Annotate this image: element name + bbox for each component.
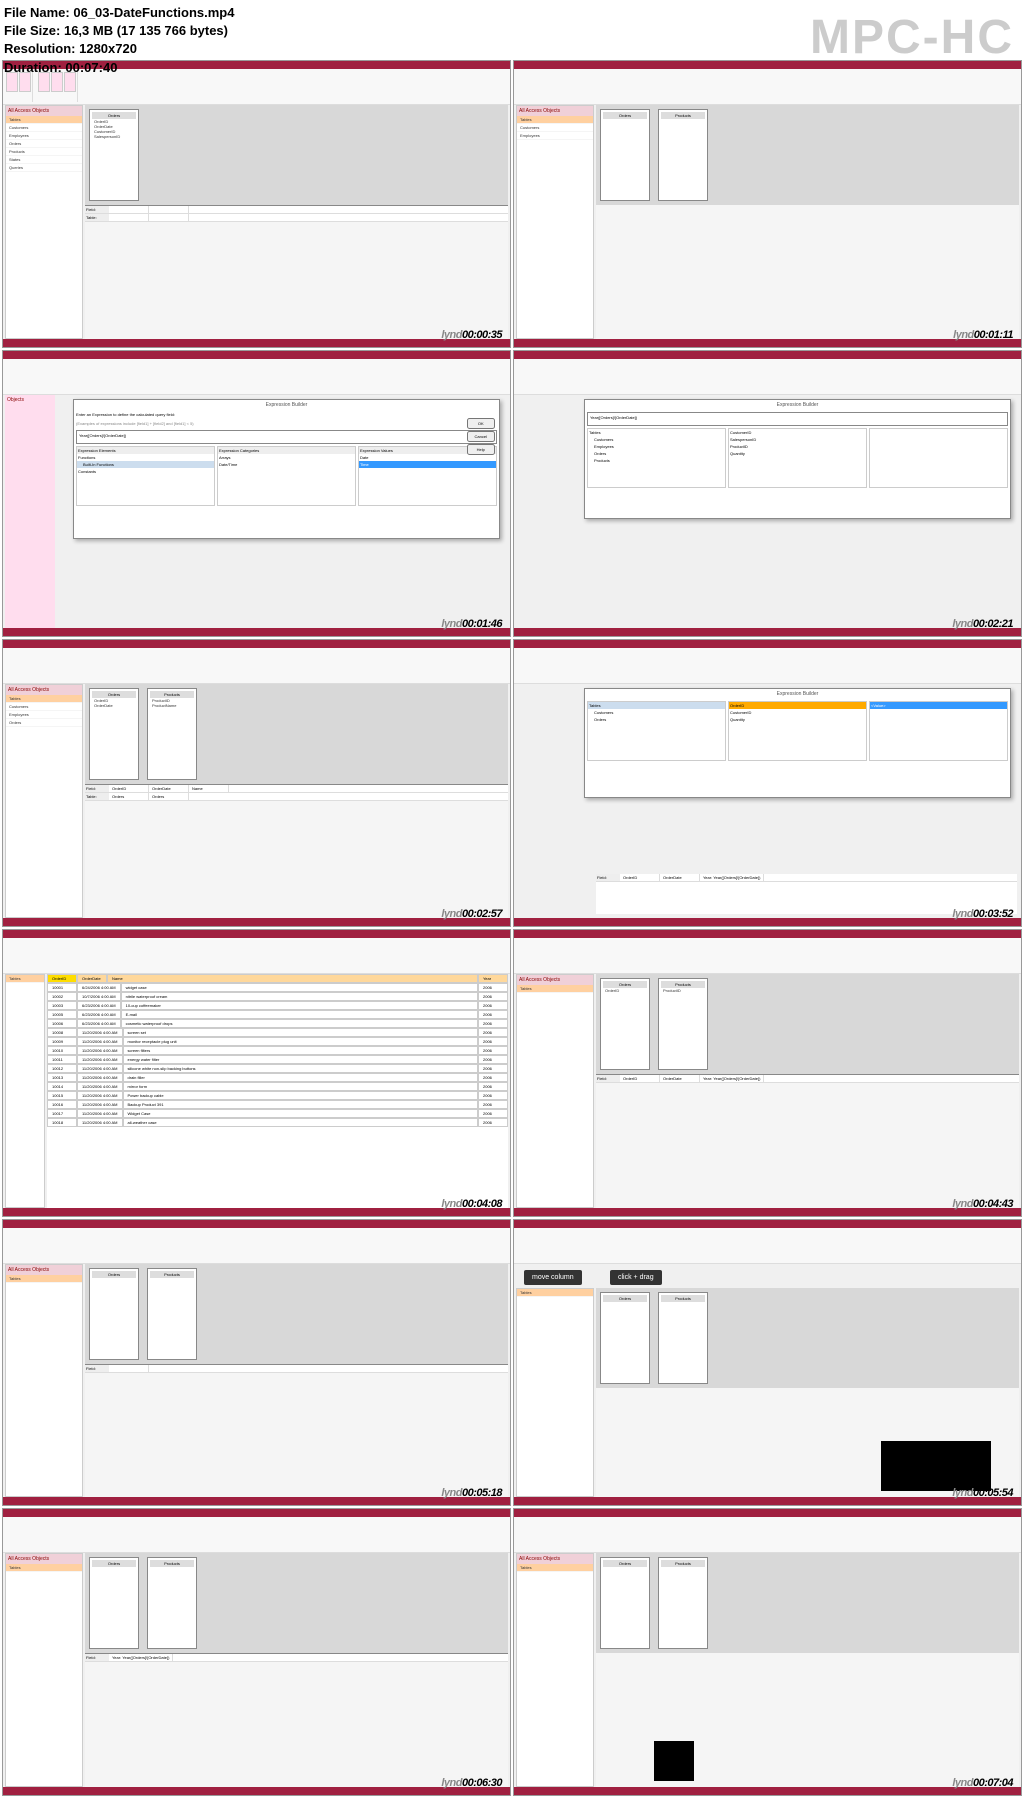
file-resolution: Resolution: 1280x720 <box>4 40 234 58</box>
timestamp-6: lynd00:03:52 <box>952 908 1013 920</box>
expression-builder-dialog-2[interactable]: Expression Builder Year([Orders]![OrderD… <box>584 399 1011 519</box>
query-design-area[interactable]: Orders OrderID OrderDate CustomerID Sale… <box>85 105 508 339</box>
file-duration: Duration: 00:07:40 <box>4 59 234 77</box>
expression-input[interactable]: Year([Orders]![OrderDate]) <box>76 430 497 444</box>
expression-builder-dialog-3[interactable]: Expression Builder Tables Customers Orde… <box>584 688 1011 798</box>
thumbnail-7[interactable]: Tables OrderID OrderDate Name Year 10001… <box>2 929 511 1217</box>
timestamp-8: lynd00:04:43 <box>952 1198 1013 1210</box>
thumbnail-4[interactable]: Expression Builder Year([Orders]![OrderD… <box>513 350 1022 638</box>
dialog-title: Expression Builder <box>74 400 499 410</box>
timestamp-3: lynd00:01:46 <box>441 618 502 630</box>
datasheet-view[interactable]: OrderID OrderDate Name Year 100016/24/20… <box>47 974 508 1208</box>
thumbnail-11[interactable]: All Access ObjectsTables Orders Products… <box>2 1508 511 1796</box>
cancel-button[interactable]: Cancel <box>467 431 495 442</box>
timestamp-4: lynd00:02:21 <box>952 618 1013 630</box>
highlight-overlay <box>881 1441 991 1491</box>
thumbnail-2[interactable]: All Access Objects Tables Customers Empl… <box>513 60 1022 348</box>
timestamp-9: lynd00:05:18 <box>441 1487 502 1499</box>
file-info-header: File Name: 06_03-DateFunctions.mp4 File … <box>4 4 234 77</box>
orders-table-box[interactable]: Orders OrderID OrderDate CustomerID Sale… <box>89 109 139 201</box>
thumbnail-3[interactable]: Objects Expression Builder Enter an Expr… <box>2 350 511 638</box>
thumbnail-grid: All Access Objects Tables Customers Empl… <box>2 60 1022 1796</box>
expression-builder-dialog[interactable]: Expression Builder Enter an Expression t… <box>73 399 500 539</box>
thumbnail-9[interactable]: All Access ObjectsTables Orders Products… <box>2 1219 511 1507</box>
timestamp-1: lynd00:00:35 <box>441 329 502 341</box>
timestamp-12: lynd00:07:04 <box>952 1777 1013 1789</box>
timestamp-5: lynd00:02:57 <box>441 908 502 920</box>
move-column-tooltip: move column <box>524 1270 582 1285</box>
help-button[interactable]: Help <box>467 444 495 455</box>
thumbnail-5[interactable]: All Access Objects Tables Customers Empl… <box>2 639 511 927</box>
timestamp-10: lynd00:05:54 <box>952 1487 1013 1499</box>
player-watermark: MPC-HC <box>810 10 1014 65</box>
file-name: File Name: 06_03-DateFunctions.mp4 <box>4 4 234 22</box>
highlight-overlay-2 <box>654 1741 694 1781</box>
timestamp-11: lynd00:06:30 <box>441 1777 502 1789</box>
timestamp-7: lynd00:04:08 <box>441 1198 502 1210</box>
thumbnail-12[interactable]: All Access ObjectsTables Orders Products… <box>513 1508 1022 1796</box>
timestamp-2: lynd00:01:11 <box>953 329 1013 341</box>
thumbnail-1[interactable]: All Access Objects Tables Customers Empl… <box>2 60 511 348</box>
click-drag-tooltip: click + drag <box>610 1270 662 1285</box>
thumbnail-6[interactable]: Expression Builder Tables Customers Orde… <box>513 639 1022 927</box>
thumbnail-10[interactable]: move column click + drag Tables Orders P… <box>513 1219 1022 1507</box>
thumbnail-8[interactable]: All Access ObjectsTables OrdersOrderID P… <box>513 929 1022 1217</box>
file-size: File Size: 16,3 MB (17 135 766 bytes) <box>4 22 234 40</box>
access-sidebar[interactable]: All Access Objects Tables Customers Empl… <box>5 105 83 339</box>
ok-button[interactable]: OK <box>467 418 495 429</box>
